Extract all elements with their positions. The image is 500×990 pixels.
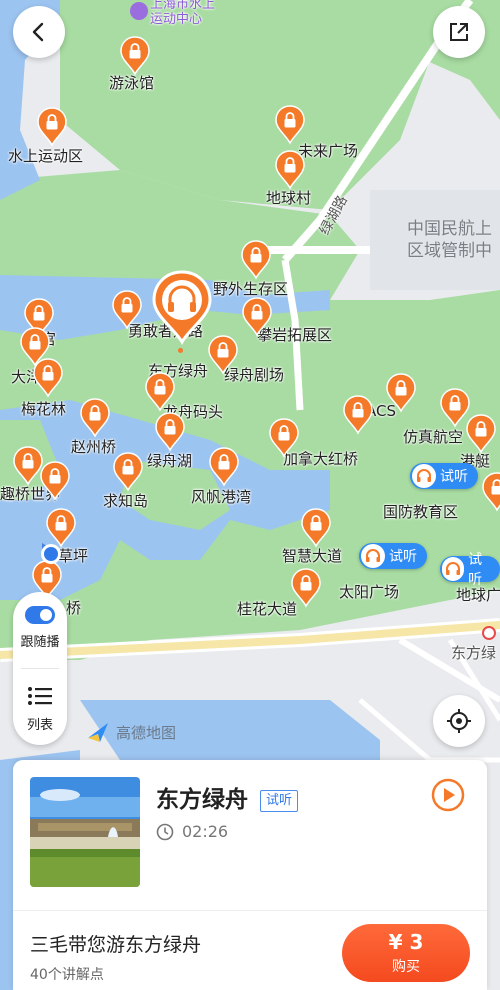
spot-title: 东方绿舟 试听: [156, 780, 299, 814]
trial-tag: 试听: [260, 789, 299, 812]
lock-pin-icon[interactable]: [275, 105, 305, 145]
lock-pin-icon[interactable]: [242, 297, 272, 337]
price-text: ¥ 3: [388, 930, 424, 954]
spot-title-text: 东方绿舟: [156, 787, 248, 813]
divider: [21, 668, 59, 669]
toggle-switch[interactable]: [25, 606, 55, 624]
headphone-icon: [361, 544, 385, 568]
map-label-future-square[interactable]: 未来广场: [298, 140, 358, 161]
lock-pin-icon[interactable]: [40, 461, 70, 501]
map-label-wild-survival[interactable]: 野外生存区: [213, 278, 288, 299]
trial-label: 试听: [440, 469, 468, 485]
poi-icon: [130, 2, 148, 20]
map-label-sail-harbor[interactable]: 风帆港湾: [191, 486, 251, 507]
lock-pin-icon[interactable]: [208, 335, 238, 375]
back-button[interactable]: [13, 6, 65, 58]
lock-pin-icon[interactable]: [13, 446, 43, 486]
lock-pin-icon[interactable]: [275, 150, 305, 190]
lock-pin-icon[interactable]: [466, 414, 496, 454]
lock-pin-icon[interactable]: [145, 372, 175, 412]
duration-text: 02:26: [182, 822, 229, 841]
map-label-dongfang-lv: 东方绿: [451, 644, 497, 662]
follow-play-label: 跟随播: [20, 635, 60, 650]
lock-pin-icon[interactable]: [80, 398, 110, 438]
trial-label: 试听: [468, 552, 483, 588]
buy-label: 购买: [392, 959, 420, 975]
locate-icon: [447, 709, 471, 733]
lock-pin-icon[interactable]: [482, 472, 500, 512]
map-label-zhaozhou-bridge[interactable]: 赵州桥: [71, 436, 116, 457]
headphone-icon: [442, 557, 465, 581]
lock-pin-icon[interactable]: [343, 395, 373, 435]
map-label-water-sports-area[interactable]: 水上运动区: [8, 145, 83, 166]
map-label-plum-forest[interactable]: 梅花林: [21, 398, 66, 419]
follow-play-toggle[interactable]: 跟随播: [13, 606, 67, 650]
list-icon: [28, 687, 52, 705]
map-label-water-sports-center: 上海市水上 运动中心: [150, 0, 216, 27]
lock-pin-icon[interactable]: [269, 418, 299, 458]
chevron-left-icon: [32, 22, 44, 42]
play-button[interactable]: [430, 777, 466, 813]
lock-pin-icon[interactable]: [301, 508, 331, 548]
selected-audio-pin[interactable]: [152, 270, 212, 350]
selected-pin-dot: [178, 348, 183, 353]
metro-icon: [482, 626, 496, 640]
map-label-sun-square[interactable]: 太阳广场: [339, 581, 399, 602]
lock-pin-icon[interactable]: [291, 568, 321, 608]
share-icon: [450, 23, 468, 41]
user-location-marker: [38, 541, 62, 565]
spot-thumbnail[interactable]: [30, 777, 140, 887]
map-label-caac: 中国民航上 区域管制中: [407, 219, 492, 261]
map-label-wisdom-avenue[interactable]: 智慧大道: [282, 545, 342, 566]
lock-pin-icon[interactable]: [33, 358, 63, 398]
buy-button[interactable]: ¥ 3 购买: [342, 924, 470, 982]
map-trial-badge[interactable]: 试听: [410, 463, 478, 489]
lock-pin-icon[interactable]: [386, 373, 416, 413]
lock-pin-icon[interactable]: [155, 412, 185, 452]
points-count: 40个讲解点: [30, 967, 104, 983]
list-label: 列表: [26, 718, 53, 733]
map-trial-badge[interactable]: 试听: [359, 543, 427, 569]
lock-pin-icon[interactable]: [241, 240, 271, 280]
clock-icon: [156, 823, 174, 840]
amap-logo-icon: [88, 723, 108, 742]
map-label-lawn[interactable]: 草坪: [58, 545, 88, 566]
lock-pin-icon[interactable]: [113, 452, 143, 492]
tour-title: 三毛带您游东方绿舟: [30, 934, 202, 956]
list-button[interactable]: 列表: [13, 686, 67, 733]
amap-logo-text: 高德地图: [116, 723, 177, 742]
lock-pin-icon[interactable]: [112, 290, 142, 330]
tour-info-card[interactable]: 东方绿舟 试听 02:26 三毛带您游东方绿舟 40个讲解点 ¥ 3 购买: [13, 760, 487, 990]
map-label-green-boat-lake[interactable]: 绿舟湖: [147, 450, 192, 471]
duration: 02:26: [156, 822, 228, 841]
map-trial-badge[interactable]: 试听: [440, 552, 500, 588]
headphone-icon: [412, 464, 436, 488]
locate-button[interactable]: [433, 695, 485, 747]
play-icon: [431, 778, 465, 812]
map-label-bridge[interactable]: 桥: [66, 597, 81, 618]
map-label-aviation-sim[interactable]: 仿真航空: [403, 426, 463, 447]
map-label-earth-village[interactable]: 地球村: [266, 187, 311, 208]
map-label-defense-edu[interactable]: 国防教育区: [383, 501, 458, 522]
amap-logo: 高德地图: [86, 720, 176, 744]
trial-label: 试听: [389, 549, 417, 565]
side-control-panel: 跟随播 列表: [13, 592, 67, 745]
card-divider: [13, 910, 487, 911]
share-button[interactable]: [433, 6, 485, 58]
map-label-osmanthus-avenue[interactable]: 桂花大道: [237, 598, 297, 619]
map-label-qiuzhi-island[interactable]: 求知岛: [103, 490, 148, 511]
lock-pin-icon[interactable]: [37, 107, 67, 147]
lock-pin-icon[interactable]: [209, 447, 239, 487]
lock-pin-icon[interactable]: [120, 36, 150, 76]
